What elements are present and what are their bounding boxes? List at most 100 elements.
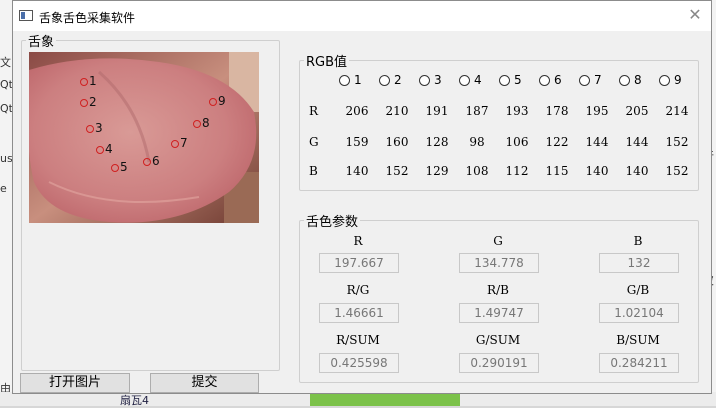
- param-value-field[interactable]: 197.667: [319, 253, 399, 273]
- background-taskbar: 扇瓦4: [0, 392, 716, 407]
- rgb-value-cell: 193: [505, 104, 529, 118]
- sample-point-marker[interactable]: 3: [86, 121, 103, 135]
- radio-circle-icon: [379, 75, 390, 86]
- param-label: R/SUM: [336, 333, 380, 347]
- submit-button[interactable]: 提交: [150, 373, 259, 393]
- radio-circle-icon: [579, 75, 590, 86]
- point-radio-9[interactable]: 9: [659, 73, 682, 87]
- rgb-value-cell: 214: [665, 104, 689, 118]
- sample-point-marker[interactable]: 1: [80, 74, 97, 88]
- rgb-value-cell: 108: [465, 164, 489, 178]
- param-label: B/SUM: [616, 333, 660, 347]
- sample-point-marker[interactable]: 7: [171, 136, 188, 150]
- point-radio-1[interactable]: 1: [339, 73, 362, 87]
- rgb-row-label: R: [309, 104, 319, 118]
- rgb-value-cell: 206: [345, 104, 369, 118]
- rgb-value-cell: 210: [385, 104, 409, 118]
- sample-point-marker[interactable]: 5: [111, 160, 128, 174]
- point-radio-3[interactable]: 3: [419, 73, 442, 87]
- point-circle-icon: [80, 98, 88, 107]
- rgb-value-cell: 191: [425, 104, 449, 118]
- tongue-photo: [29, 52, 259, 223]
- point-circle-icon: [143, 157, 151, 166]
- tongue-group-legend: 舌象: [28, 35, 55, 50]
- main-window: 舌象舌色采集软件 ✕ 舌象 1 2 3 4 5 6 7 8 9 打开图片 提交 …: [12, 0, 712, 394]
- point-radio-2[interactable]: 2: [379, 73, 402, 87]
- rgb-value-cell: 106: [505, 135, 529, 149]
- rgb-value-cell: 152: [385, 164, 409, 178]
- bg-fragment: e: [0, 182, 7, 195]
- rgb-value-cell: 128: [425, 135, 449, 149]
- sample-point-marker[interactable]: 8: [193, 116, 210, 130]
- radio-circle-icon: [539, 75, 550, 86]
- sample-point-marker[interactable]: 6: [143, 154, 160, 168]
- radio-circle-icon: [419, 75, 430, 86]
- radio-circle-icon: [339, 75, 350, 86]
- rgb-value-cell: 140: [625, 164, 649, 178]
- param-label: G/SUM: [475, 333, 521, 347]
- point-circle-icon: [111, 163, 119, 172]
- param-value-field[interactable]: 1.02104: [599, 303, 679, 323]
- params-group-legend: 舌色参数: [306, 215, 359, 230]
- point-circle-icon: [96, 145, 104, 154]
- radio-circle-icon: [619, 75, 630, 86]
- point-circle-icon: [80, 77, 88, 86]
- rgb-value-cell: 140: [345, 164, 369, 178]
- close-icon[interactable]: ✕: [685, 5, 705, 25]
- point-radio-8[interactable]: 8: [619, 73, 642, 87]
- rgb-value-cell: 187: [465, 104, 489, 118]
- point-radio-4[interactable]: 4: [459, 73, 482, 87]
- param-value-field[interactable]: 0.290191: [459, 353, 539, 373]
- rgb-value-cell: 98: [469, 135, 485, 149]
- radio-circle-icon: [499, 75, 510, 86]
- param-label: R: [353, 234, 363, 248]
- rgb-value-cell: 160: [385, 135, 409, 149]
- rgb-value-cell: 159: [345, 135, 369, 149]
- rgb-value-cell: 178: [545, 104, 569, 118]
- point-circle-icon: [171, 139, 179, 148]
- rgb-value-cell: 205: [625, 104, 649, 118]
- param-value-field[interactable]: 132: [599, 253, 679, 273]
- point-circle-icon: [209, 97, 217, 106]
- param-value-field[interactable]: 0.425598: [319, 353, 399, 373]
- sample-point-marker[interactable]: 9: [209, 94, 226, 108]
- title-bar[interactable]: 舌象舌色采集软件 ✕: [13, 1, 711, 31]
- radio-circle-icon: [659, 75, 670, 86]
- rgb-row-label: B: [309, 164, 318, 178]
- param-label: G/B: [626, 283, 650, 297]
- rgb-value-cell: 122: [545, 135, 569, 149]
- rgb-value-cell: 152: [665, 164, 689, 178]
- rgb-value-cell: 115: [545, 164, 569, 178]
- param-label: R/B: [487, 283, 509, 297]
- taskbar-highlight: [310, 392, 460, 406]
- param-label: R/G: [346, 283, 370, 297]
- param-value-field[interactable]: 1.46661: [319, 303, 399, 323]
- param-label: B: [633, 234, 643, 248]
- param-value-field[interactable]: 1.49747: [459, 303, 539, 323]
- rgb-value-cell: 152: [665, 135, 689, 149]
- rgb-value-cell: 129: [425, 164, 449, 178]
- point-circle-icon: [193, 119, 201, 128]
- rgb-value-cell: 144: [625, 135, 649, 149]
- sample-point-marker[interactable]: 4: [96, 142, 113, 156]
- radio-circle-icon: [459, 75, 470, 86]
- tongue-image[interactable]: 1 2 3 4 5 6 7 8 9: [29, 52, 259, 223]
- rgb-value-cell: 195: [585, 104, 609, 118]
- bg-fragment: 文: [0, 56, 11, 69]
- bg-fragment: us: [0, 152, 13, 165]
- open-image-button[interactable]: 打开图片: [20, 373, 130, 393]
- param-label: G: [493, 234, 503, 248]
- rgb-group-legend: RGB值: [306, 55, 348, 70]
- param-value-field[interactable]: 0.284211: [599, 353, 679, 373]
- rgb-row-label: G: [309, 135, 319, 149]
- rgb-value-cell: 112: [505, 164, 529, 178]
- point-radio-6[interactable]: 6: [539, 73, 562, 87]
- rgb-value-cell: 140: [585, 164, 609, 178]
- app-window-icon: [19, 10, 33, 21]
- rgb-value-cell: 144: [585, 135, 609, 149]
- sample-point-marker[interactable]: 2: [80, 95, 97, 109]
- param-value-field[interactable]: 134.778: [459, 253, 539, 273]
- point-radio-7[interactable]: 7: [579, 73, 602, 87]
- window-title: 舌象舌色采集软件: [39, 11, 136, 25]
- point-radio-5[interactable]: 5: [499, 73, 522, 87]
